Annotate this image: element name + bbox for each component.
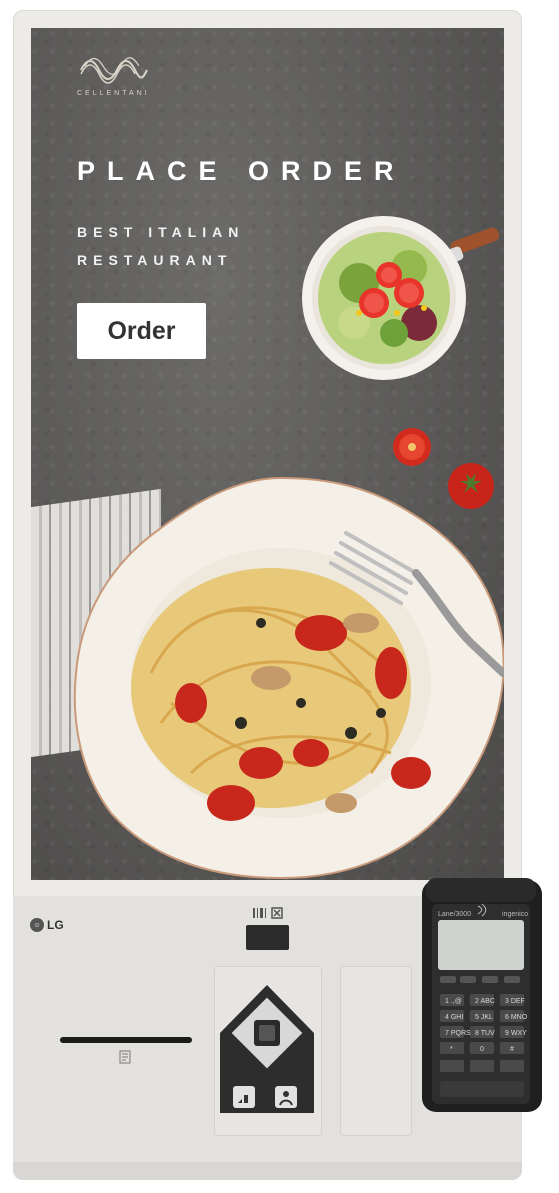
cherry-tomato-image xyxy=(393,428,431,466)
svg-text:6 MNO: 6 MNO xyxy=(505,1014,528,1021)
receipt-printer-slot xyxy=(60,1037,192,1043)
page-title: PLACE ORDER xyxy=(77,156,406,186)
kiosk-base xyxy=(13,1162,522,1180)
svg-text:0: 0 xyxy=(480,1046,484,1053)
brand-name: CELLENTANI xyxy=(77,90,150,97)
svg-text:3 DEF: 3 DEF xyxy=(505,998,525,1005)
svg-text:ingenico: ingenico xyxy=(502,911,528,918)
svg-text:7 PQRS: 7 PQRS xyxy=(445,1030,471,1037)
receipt-icon xyxy=(119,1050,131,1064)
lg-logo-text: LG xyxy=(47,918,64,932)
svg-text:1 .,@: 1 .,@ xyxy=(445,998,462,1005)
barcode-scanner[interactable] xyxy=(246,925,289,950)
svg-text:2 ABC: 2 ABC xyxy=(475,998,495,1005)
svg-text:#: # xyxy=(510,1046,514,1053)
lg-logo-icon: ☺ xyxy=(30,918,44,932)
navigation-pad-icon[interactable] xyxy=(218,983,316,1118)
svg-text:Lane/3000: Lane/3000 xyxy=(438,911,471,918)
order-button[interactable]: Order xyxy=(77,303,206,359)
svg-text:5 JKL: 5 JKL xyxy=(475,1014,493,1021)
pasta-plate-image xyxy=(73,476,504,880)
side-access-door xyxy=(340,966,412,1136)
barcode-scanner-icon xyxy=(253,907,283,919)
svg-text:4 GHI: 4 GHI xyxy=(445,1014,463,1021)
page-subtitle: BEST ITALIAN RESTAURANT xyxy=(77,224,245,268)
payment-terminal[interactable]: Lane/3000 ingenico 1 .,@ 2 ABC 3 DEF 4 GHI… xyxy=(420,876,544,1114)
salad-bowl-image xyxy=(302,216,500,380)
kiosk-screen: CELLENTANI PLACE ORDER BEST ITALIAN REST… xyxy=(31,28,504,880)
lg-logo: ☺ LG xyxy=(30,918,64,932)
cellentani-logo-icon xyxy=(80,57,148,84)
svg-text:8 TUV: 8 TUV xyxy=(475,1030,495,1037)
svg-text:*: * xyxy=(450,1046,453,1053)
svg-text:9 WXY: 9 WXY xyxy=(505,1030,527,1037)
